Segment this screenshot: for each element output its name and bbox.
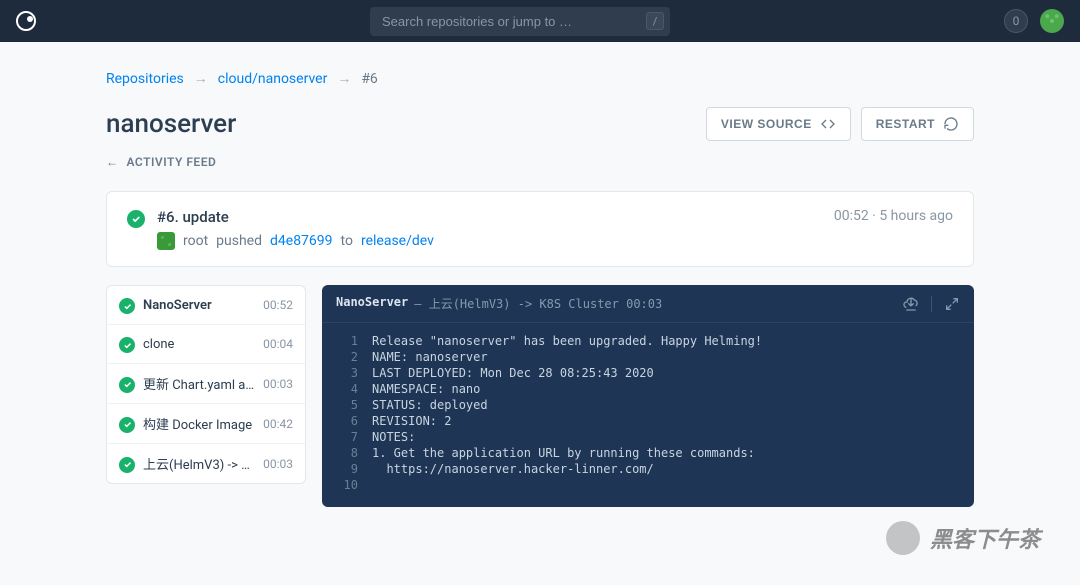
log-title-step: NanoServer — [336, 295, 408, 312]
step-name: 上云(HelmV3) -> K8S … — [143, 454, 255, 473]
log-line: 1 Release "nanoserver" has been upgraded.… — [322, 333, 974, 349]
view-source-button[interactable]: VIEW SOURCE — [706, 107, 851, 141]
log-line: 4 NAMESPACE: nano — [322, 381, 974, 397]
log-line: 7 NOTES: — [322, 429, 974, 445]
step-row[interactable]: 更新 Chart.yaml appVer… 00:03 — [107, 364, 305, 404]
user-avatar[interactable] — [1040, 9, 1064, 33]
log-line: 9 https://nanoserver.hacker-linner.com/ — [322, 461, 974, 477]
log-line-number: 4 — [336, 382, 358, 396]
step-time: 00:03 — [263, 377, 293, 391]
status-success-icon — [119, 457, 135, 473]
watermark: 黑客下午茶 — [886, 521, 1040, 555]
breadcrumb-repo[interactable]: cloud/nanoserver — [218, 71, 328, 87]
activity-feed-link[interactable]: ← ACTIVITY FEED — [106, 155, 974, 169]
arrow-left-icon: ← — [106, 155, 119, 169]
log-line-number: 2 — [336, 350, 358, 364]
build-event-card: #6. update root pushed d4e87699 to relea… — [106, 191, 974, 267]
log-body: 1 Release "nanoserver" has been upgraded.… — [322, 323, 974, 507]
log-line-text: Release "nanoserver" has been upgraded. … — [372, 334, 762, 348]
log-line: 10 — [322, 477, 974, 493]
search-input[interactable] — [370, 7, 670, 36]
log-panel: NanoServer — 上云(HelmV3) -> K8S Cluster 0… — [322, 285, 974, 507]
topbar: / 0 — [0, 0, 1080, 42]
status-success-icon — [119, 417, 135, 433]
status-success-icon — [119, 337, 135, 353]
app-logo-icon[interactable] — [16, 11, 36, 31]
search-wrap: / — [370, 7, 670, 36]
status-success-icon — [119, 377, 135, 393]
code-icon — [820, 116, 836, 132]
step-row[interactable]: 上云(HelmV3) -> K8S … 00:03 — [107, 444, 305, 483]
view-source-label: VIEW SOURCE — [721, 117, 812, 131]
event-title: #6. update — [157, 208, 822, 226]
step-name: 更新 Chart.yaml appVer… — [143, 374, 255, 393]
status-success-icon — [119, 298, 135, 314]
breadcrumb-current: #6 — [361, 71, 378, 87]
event-verb: pushed — [216, 233, 262, 249]
chevron-right-icon: → — [194, 70, 208, 87]
restart-label: RESTART — [876, 117, 935, 131]
event-duration: 00:52 — [834, 208, 869, 224]
log-line-number: 8 — [336, 446, 358, 460]
event-time-ago: 5 hours ago — [879, 208, 953, 224]
log-line-text: STATUS: deployed — [372, 398, 488, 412]
step-time: 00:42 — [263, 417, 293, 431]
log-line: 2 NAME: nanoserver — [322, 349, 974, 365]
log-line-number: 3 — [336, 366, 358, 380]
log-line-text: NAME: nanoserver — [372, 350, 488, 364]
step-name: NanoServer — [143, 298, 255, 313]
committer-avatar — [157, 232, 175, 250]
event-to: to — [341, 233, 353, 249]
chevron-right-icon: → — [337, 70, 351, 87]
step-time: 00:03 — [263, 457, 293, 471]
step-time: 00:04 — [263, 337, 293, 351]
log-line-text: https://nanoserver.hacker-linner.com/ — [372, 462, 654, 476]
download-icon[interactable] — [903, 296, 919, 312]
log-line-number: 1 — [336, 334, 358, 348]
breadcrumb-root[interactable]: Repositories — [106, 71, 184, 87]
log-title: NanoServer — 上云(HelmV3) -> K8S Cluster 0… — [336, 295, 662, 312]
status-success-icon — [127, 210, 145, 228]
event-actor: root — [183, 233, 208, 249]
log-line-text: NAMESPACE: nano — [372, 382, 480, 396]
log-line-number: 9 — [336, 462, 358, 476]
branch-link[interactable]: release/dev — [361, 233, 434, 249]
log-line-number: 10 — [336, 478, 358, 492]
step-time: 00:52 — [263, 298, 293, 312]
refresh-icon — [943, 116, 959, 132]
log-line: 3 LAST DEPLOYED: Mon Dec 28 08:25:43 2020 — [322, 365, 974, 381]
commit-hash-link[interactable]: d4e87699 — [270, 233, 333, 249]
page-title: nanoserver — [106, 109, 236, 139]
log-line: 5 STATUS: deployed — [322, 397, 974, 413]
breadcrumb: Repositories → cloud/nanoserver → #6 — [106, 70, 974, 87]
step-row[interactable]: clone 00:04 — [107, 325, 305, 364]
steps-panel: NanoServer 00:52 clone 00:04 更新 Chart.yaml a… — [106, 285, 306, 484]
log-line: 8 1. Get the application URL by running t… — [322, 445, 974, 461]
step-row[interactable]: NanoServer 00:52 — [107, 286, 305, 325]
log-line-text: LAST DEPLOYED: Mon Dec 28 08:25:43 2020 — [372, 366, 654, 380]
activity-feed-label: ACTIVITY FEED — [127, 155, 217, 169]
watermark-text: 黑客下午茶 — [930, 522, 1040, 554]
notification-count-badge[interactable]: 0 — [1004, 9, 1028, 33]
expand-icon[interactable] — [944, 296, 960, 312]
log-title-detail: — 上云(HelmV3) -> K8S Cluster 00:03 — [414, 295, 662, 312]
search-shortcut-key: / — [646, 12, 664, 30]
log-line-number: 5 — [336, 398, 358, 412]
log-line-number: 7 — [336, 430, 358, 444]
step-name: clone — [143, 337, 255, 352]
step-row[interactable]: 构建 Docker Image 00:42 — [107, 404, 305, 444]
log-line-text: REVISION: 2 — [372, 414, 451, 428]
log-line: 6 REVISION: 2 — [322, 413, 974, 429]
watermark-badge-icon — [886, 521, 920, 555]
step-name: 构建 Docker Image — [143, 414, 255, 433]
log-line-text: 1. Get the application URL by running th… — [372, 446, 755, 460]
log-line-number: 6 — [336, 414, 358, 428]
restart-button[interactable]: RESTART — [861, 107, 974, 141]
log-line-text: NOTES: — [372, 430, 415, 444]
